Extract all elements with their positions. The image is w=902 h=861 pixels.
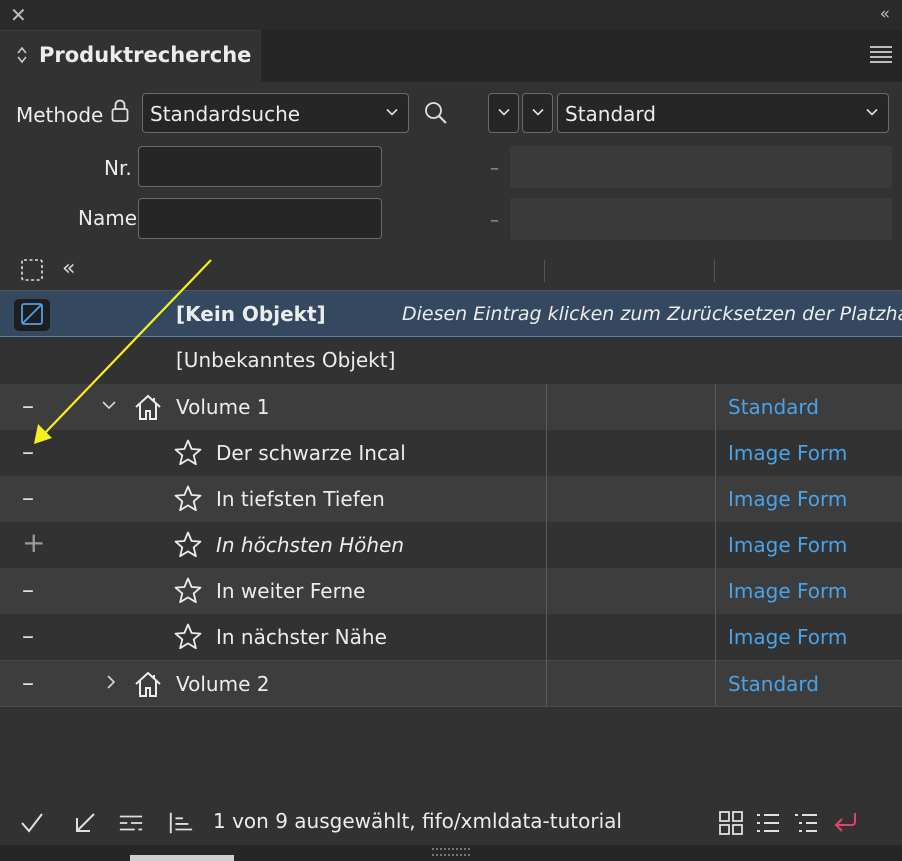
chevron-down-icon xyxy=(498,108,510,116)
row-form-link[interactable]: Image Form xyxy=(728,579,847,603)
list-item[interactable]: [Kein Objekt] Diesen Eintrag klicken zum… xyxy=(0,291,902,337)
chevron-down-icon[interactable] xyxy=(101,397,117,413)
exclude-toggle[interactable]: – xyxy=(22,484,34,512)
search-icon[interactable] xyxy=(423,100,449,131)
list-item[interactable]: – In nächster Nähe Image Form xyxy=(0,614,902,660)
status-text: 1 von 9 ausgewählt, fifo/xmldata-tutoria… xyxy=(213,809,622,833)
view-select-value: Standard xyxy=(565,102,656,126)
column-divider[interactable] xyxy=(544,260,545,282)
list-item[interactable]: – In weiter Ferne Image Form xyxy=(0,568,902,614)
name-from-input[interactable] xyxy=(138,198,382,239)
exclude-toggle[interactable]: – xyxy=(22,622,34,650)
filter-select-2[interactable] xyxy=(522,93,553,133)
tab-stub xyxy=(130,855,234,861)
product-list: [Kein Objekt] Diesen Eintrag klicken zum… xyxy=(0,291,902,711)
row-name: [Kein Objekt] xyxy=(176,302,326,326)
list-view-icon[interactable] xyxy=(755,810,781,836)
collapse-panel-icon[interactable]: « xyxy=(880,4,890,24)
list-header: « xyxy=(0,250,902,290)
tab-bar: Produktrecherche xyxy=(0,30,902,82)
row-name: Volume 1 xyxy=(176,395,270,419)
panel-menu-icon[interactable] xyxy=(870,46,892,64)
status-bar: 1 von 9 ausgewählt, fifo/xmldata-tutoria… xyxy=(0,800,902,844)
star-icon xyxy=(174,485,202,512)
method-label: Methode xyxy=(16,103,104,127)
checkmark-icon[interactable] xyxy=(19,810,45,836)
select-all-icon[interactable] xyxy=(20,258,44,287)
row-name: In nächster Nähe xyxy=(216,625,387,649)
row-form-link[interactable]: Image Form xyxy=(728,487,847,511)
nr-label: Nr. xyxy=(104,156,132,180)
row-form-link[interactable]: Standard xyxy=(728,395,819,419)
range-separator: – xyxy=(490,210,499,231)
chevron-down-icon xyxy=(386,108,398,116)
arrow-down-left-icon[interactable] xyxy=(72,810,98,836)
filter-lines-icon[interactable] xyxy=(118,810,144,836)
include-toggle[interactable]: + xyxy=(22,526,45,559)
chevron-down-icon xyxy=(532,108,544,116)
updown-icon xyxy=(17,46,27,65)
name-label: Name xyxy=(78,206,138,230)
range-separator: – xyxy=(490,158,499,179)
row-form-link[interactable]: Image Form xyxy=(728,625,847,649)
list-item[interactable]: – Der schwarze Incal Image Form xyxy=(0,430,902,476)
list-item[interactable]: – Volume 2 Standard xyxy=(0,660,902,706)
list-item[interactable]: – Volume 1 Standard xyxy=(0,384,902,430)
column-divider xyxy=(546,384,547,706)
star-icon xyxy=(174,531,202,558)
exclude-toggle[interactable]: – xyxy=(22,576,34,604)
view-select[interactable]: Standard xyxy=(557,93,889,133)
row-form-link[interactable]: Image Form xyxy=(728,533,847,557)
row-name: Volume 2 xyxy=(176,672,270,696)
nr-from-input[interactable] xyxy=(138,146,382,187)
method-select[interactable]: Standardsuche xyxy=(142,93,409,133)
column-divider xyxy=(715,384,716,706)
tab-title: Produktrecherche xyxy=(39,43,252,67)
align-left-icon[interactable] xyxy=(168,810,194,836)
row-hint: Diesen Eintrag klicken zum Zurücksetzen … xyxy=(402,303,902,325)
column-divider[interactable] xyxy=(714,260,715,282)
chevron-right-icon[interactable] xyxy=(103,674,119,690)
row-form-link[interactable]: Standard xyxy=(728,672,819,696)
row-name: In tiefsten Tiefen xyxy=(216,487,385,511)
collapse-all-icon[interactable]: « xyxy=(62,256,75,281)
tree-view-icon[interactable] xyxy=(793,810,819,836)
panel-titlebar: ✕ « xyxy=(0,0,902,30)
list-item[interactable]: + In höchsten Höhen Image Form xyxy=(0,522,902,568)
return-icon[interactable] xyxy=(832,810,858,836)
house-icon xyxy=(135,394,161,420)
divider xyxy=(0,706,902,707)
exclude-toggle[interactable]: – xyxy=(22,438,34,466)
house-icon xyxy=(135,671,161,697)
star-icon xyxy=(174,439,202,466)
list-item[interactable]: – In tiefsten Tiefen Image Form xyxy=(0,476,902,522)
method-select-value: Standardsuche xyxy=(150,102,301,126)
resize-grip[interactable] xyxy=(432,848,470,856)
no-object-icon xyxy=(13,298,51,337)
lock-icon[interactable] xyxy=(110,98,130,129)
list-item[interactable]: [Unbekanntes Objekt] xyxy=(0,337,902,383)
nr-to-input xyxy=(510,146,892,188)
name-to-input xyxy=(510,198,892,240)
close-icon[interactable]: ✕ xyxy=(10,3,27,27)
row-name: [Unbekanntes Objekt] xyxy=(176,348,396,372)
tab-produktrecherche[interactable]: Produktrecherche xyxy=(0,30,261,82)
star-icon xyxy=(174,623,202,650)
row-form-link[interactable]: Image Form xyxy=(728,441,847,465)
row-name: In weiter Ferne xyxy=(216,579,366,603)
bottom-strip xyxy=(0,845,902,861)
chevron-down-icon xyxy=(866,108,878,116)
exclude-toggle[interactable]: – xyxy=(22,669,34,697)
filter-select-1[interactable] xyxy=(488,93,519,133)
star-icon xyxy=(174,577,202,604)
grid-view-icon[interactable] xyxy=(718,810,744,836)
row-name: Der schwarze Incal xyxy=(216,441,406,465)
row-name: In höchsten Höhen xyxy=(216,533,405,557)
exclude-toggle[interactable]: – xyxy=(22,392,34,420)
